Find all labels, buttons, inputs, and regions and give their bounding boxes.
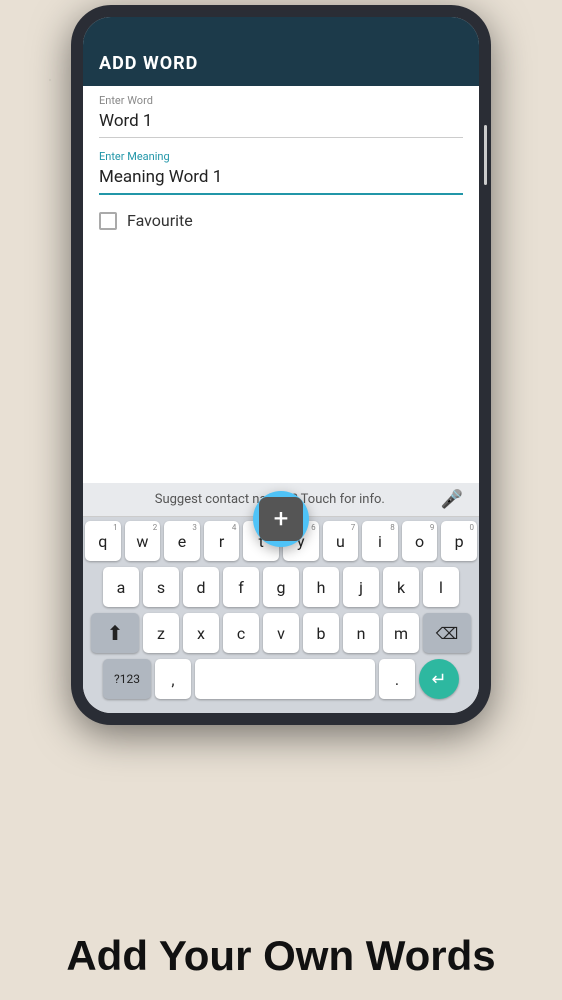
bottom-text-container: Add Your Own Words: [0, 932, 562, 980]
word-field-label: Enter Word: [99, 94, 463, 107]
key-l[interactable]: l: [423, 567, 459, 607]
key-o[interactable]: 9o: [402, 521, 438, 561]
key-h[interactable]: h: [303, 567, 339, 607]
fab-add-button[interactable]: +: [253, 491, 309, 547]
key-n[interactable]: n: [343, 613, 379, 653]
key-x[interactable]: x: [183, 613, 219, 653]
key-p[interactable]: 0p: [441, 521, 477, 561]
key-m[interactable]: m: [383, 613, 419, 653]
app-header: ADD WORD: [83, 41, 479, 86]
enter-key[interactable]: ↵: [419, 659, 459, 699]
key-i[interactable]: 8i: [362, 521, 398, 561]
keyboard-row-3: ⬆ z x c v b n m ⌫: [85, 613, 477, 653]
key-g[interactable]: g: [263, 567, 299, 607]
keyboard-row-2: a s d f g h j k l: [85, 567, 477, 607]
key-k[interactable]: k: [383, 567, 419, 607]
fab-plus-icon: +: [274, 506, 289, 532]
app-title: ADD WORD: [99, 53, 198, 74]
mic-icon[interactable]: 🎤: [441, 489, 463, 510]
key-u[interactable]: 7u: [323, 521, 359, 561]
keyboard-row-4: ?123 , . ↵: [85, 659, 477, 699]
meaning-field-label: Enter Meaning: [99, 150, 463, 163]
comma-key[interactable]: ,: [155, 659, 191, 699]
favourite-checkbox[interactable]: [99, 212, 117, 230]
key-a[interactable]: a: [103, 567, 139, 607]
period-key[interactable]: .: [379, 659, 415, 699]
space-key[interactable]: [195, 659, 375, 699]
num-key[interactable]: ?123: [103, 659, 151, 699]
key-b[interactable]: b: [303, 613, 339, 653]
phone-device: ADD WORD Enter Word Word 1 Enter Meaning…: [71, 5, 491, 725]
key-q[interactable]: 1q: [85, 521, 121, 561]
form-area: Enter Word Word 1 Enter Meaning Meaning …: [83, 86, 479, 483]
status-bar: [83, 17, 479, 41]
key-j[interactable]: j: [343, 567, 379, 607]
scrollbar[interactable]: [484, 125, 487, 185]
backspace-key[interactable]: ⌫: [423, 613, 471, 653]
key-z[interactable]: z: [143, 613, 179, 653]
phone-screen: ADD WORD Enter Word Word 1 Enter Meaning…: [83, 17, 479, 713]
word-field-container: Enter Word Word 1: [83, 86, 479, 142]
meaning-input[interactable]: Meaning Word 1: [99, 165, 463, 195]
key-r[interactable]: 4r: [204, 521, 240, 561]
key-c[interactable]: c: [223, 613, 259, 653]
word-input[interactable]: Word 1: [99, 109, 463, 138]
favourite-row[interactable]: Favourite: [83, 199, 479, 242]
shift-key[interactable]: ⬆: [91, 613, 139, 653]
key-f[interactable]: f: [223, 567, 259, 607]
fab-inner: +: [259, 497, 303, 541]
key-v[interactable]: v: [263, 613, 299, 653]
favourite-label: Favourite: [127, 211, 193, 230]
bottom-tagline: Add Your Own Words: [66, 932, 495, 979]
key-d[interactable]: d: [183, 567, 219, 607]
key-s[interactable]: s: [143, 567, 179, 607]
meaning-field-container: Enter Meaning Meaning Word 1: [83, 142, 479, 199]
key-e[interactable]: 3e: [164, 521, 200, 561]
key-w[interactable]: 2w: [125, 521, 161, 561]
